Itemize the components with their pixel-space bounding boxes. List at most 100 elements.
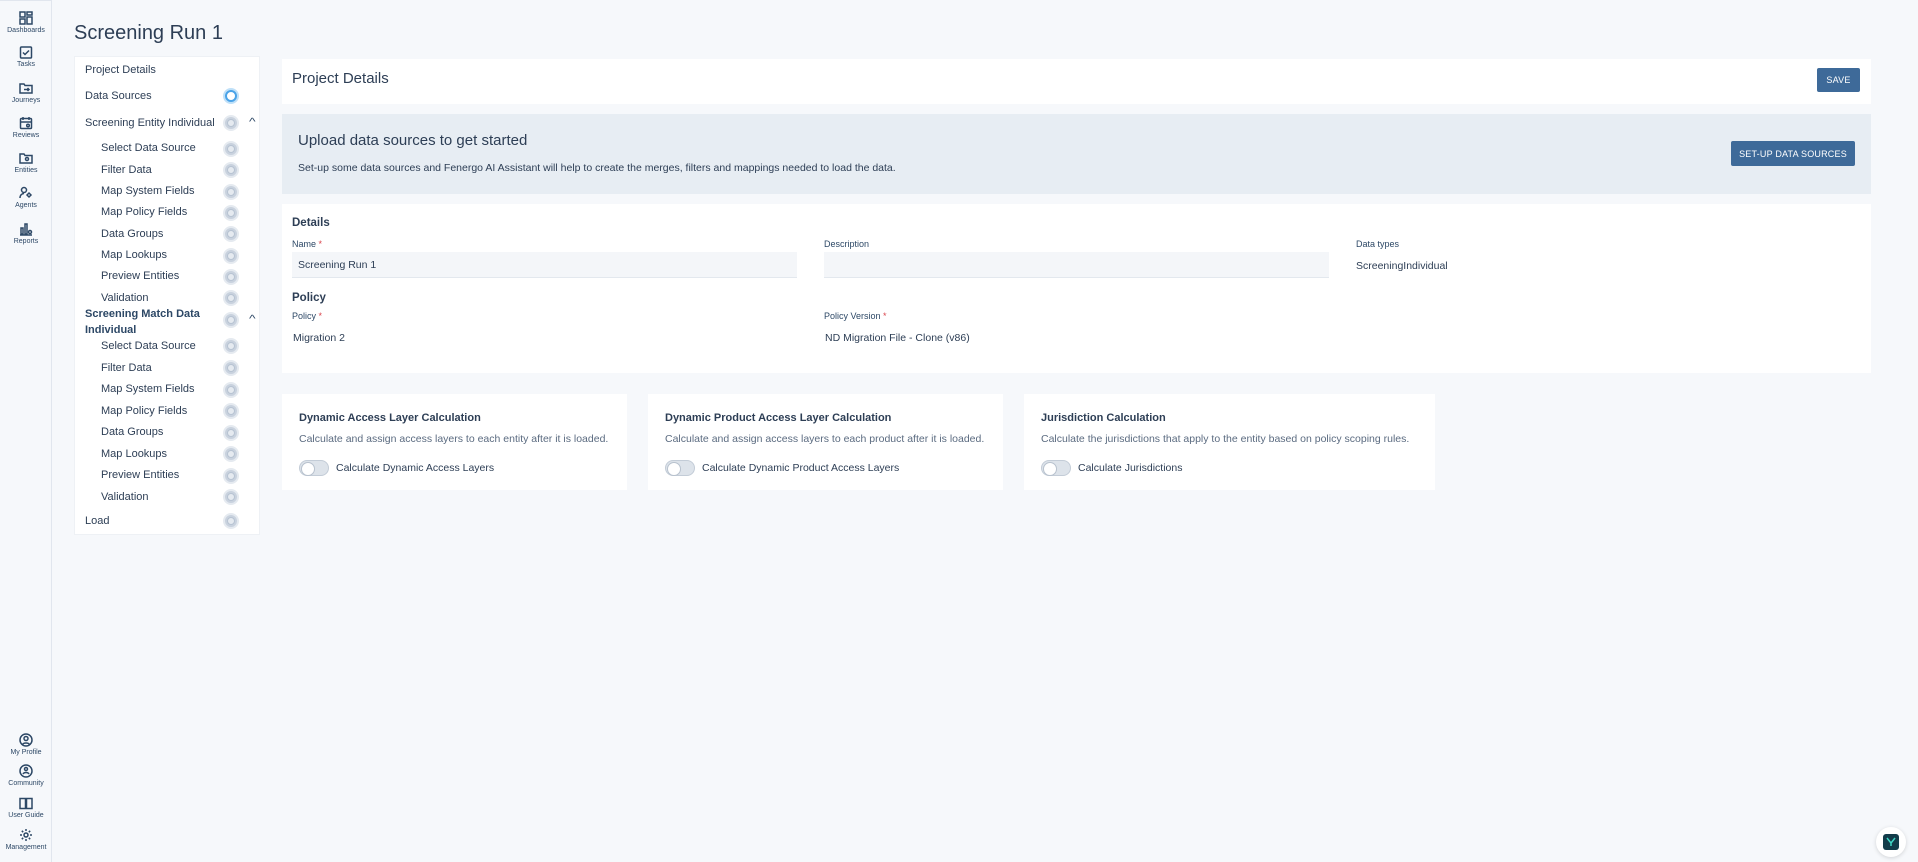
step-data-sources[interactable]: Data Sources [85, 90, 152, 102]
nav-reports[interactable]: Reports [0, 222, 52, 245]
data-types-value: ScreeningIndividual [1356, 260, 1448, 272]
community-icon [19, 764, 33, 778]
nav-label: Journeys [11, 97, 41, 104]
dynamic-access-layers-toggle[interactable] [299, 460, 329, 476]
name-field[interactable]: Screening Run 1 [292, 252, 797, 278]
step-navigation: Project Details Data Sources Screening E… [74, 56, 260, 535]
step-item[interactable]: Select Data Source [101, 142, 196, 154]
dashboard-icon [19, 11, 33, 25]
policy-select[interactable]: Migration 2 [293, 332, 345, 344]
nav-journeys[interactable]: Journeys [0, 81, 52, 104]
nav-label: Reports [13, 238, 39, 245]
policy-label: Policy * [292, 311, 323, 321]
gear-icon [20, 829, 32, 841]
upload-banner: Upload data sources to get started Set-u… [282, 114, 1871, 194]
step-status-icon [223, 269, 239, 285]
chevron-up-icon[interactable]: ^ [249, 117, 256, 128]
card-description: Calculate and assign access layers to ea… [299, 433, 609, 445]
name-label: Name * [292, 239, 323, 249]
step-item[interactable]: Map Lookups [101, 448, 167, 460]
step-status-icon [223, 446, 239, 462]
nav-entities[interactable]: Entities [0, 151, 52, 174]
description-label: Description [824, 239, 870, 249]
description-field[interactable] [824, 252, 1329, 278]
nav-community[interactable]: Community [0, 764, 52, 787]
details-section-title: Details [292, 217, 330, 229]
banner-title: Upload data sources to get started [298, 132, 528, 149]
setup-data-sources-button[interactable]: SET-UP DATA SOURCES [1731, 141, 1855, 166]
page-title: Screening Run 1 [74, 22, 223, 44]
card-title: Dynamic Access Layer Calculation [299, 412, 481, 424]
step-project-details[interactable]: Project Details [85, 64, 156, 76]
toggle-label: Calculate Dynamic Access Layers [336, 462, 495, 474]
step-item[interactable]: Map System Fields [101, 383, 195, 395]
card-title: Jurisdiction Calculation [1041, 412, 1166, 424]
agents-icon [19, 186, 33, 199]
step-status-icon [223, 338, 239, 354]
nav-user-guide[interactable]: User Guide [0, 796, 52, 819]
step-status-icon [223, 162, 239, 178]
policy-section-title: Policy [292, 292, 326, 304]
nav-label: Agents [15, 202, 37, 209]
details-card: Details Name * Screening Run 1 Descripti… [282, 204, 1871, 373]
step-item[interactable]: Map Lookups [101, 249, 167, 261]
nav-agents[interactable]: Agents [0, 186, 52, 209]
nav-label: Community [8, 780, 44, 787]
step-group-screening-match-data-individual[interactable]: Screening Match Data Individual [85, 306, 210, 338]
step-status-icon [223, 205, 239, 221]
step-status-icon [223, 468, 239, 484]
jurisdictions-toggle[interactable] [1041, 460, 1071, 476]
step-item[interactable]: Filter Data [101, 164, 152, 176]
step-status-icon [223, 513, 239, 529]
profile-icon [19, 733, 33, 747]
step-item[interactable]: Filter Data [101, 362, 152, 374]
reviews-icon [19, 117, 33, 130]
step-status-icon [223, 115, 239, 131]
nav-reviews[interactable]: Reviews [0, 116, 52, 139]
step-status-icon [223, 425, 239, 441]
step-status-icon [223, 489, 239, 505]
step-item[interactable]: Data Groups [101, 228, 163, 240]
step-status-icon [223, 403, 239, 419]
step-item[interactable]: Select Data Source [101, 340, 196, 352]
nav-management[interactable]: Management [0, 828, 52, 851]
toggle-label: Calculate Jurisdictions [1078, 462, 1183, 474]
step-status-icon [223, 226, 239, 242]
chevron-up-icon[interactable]: ^ [249, 314, 256, 325]
step-group-screening-entity-individual[interactable]: Screening Entity Individual [85, 117, 215, 129]
card-title: Dynamic Product Access Layer Calculation [665, 412, 892, 424]
nav-rail: Dashboards Tasks Journeys Reviews Entiti… [0, 0, 52, 862]
section-title: Project Details [292, 70, 389, 87]
nav-tasks[interactable]: Tasks [0, 45, 52, 68]
step-item[interactable]: Preview Entities [101, 270, 179, 282]
step-status-icon [223, 141, 239, 157]
step-status-icon [223, 382, 239, 398]
step-load[interactable]: Load [85, 515, 109, 527]
entities-icon [19, 153, 33, 164]
jurisdiction-card: Jurisdiction Calculation Calculate the j… [1024, 394, 1435, 490]
tasks-icon [19, 46, 33, 59]
step-item[interactable]: Preview Entities [101, 469, 179, 481]
ai-assistant-button[interactable] [1876, 827, 1906, 857]
nav-dashboards[interactable]: Dashboards [0, 11, 52, 34]
journeys-icon [19, 83, 33, 94]
nav-label: Entities [14, 167, 38, 174]
step-item[interactable]: Data Groups [101, 426, 163, 438]
step-status-active-icon [223, 88, 239, 104]
nav-label: Reviews [12, 132, 40, 139]
dynamic-product-access-layers-toggle[interactable] [665, 460, 695, 476]
step-item[interactable]: Map Policy Fields [101, 405, 187, 417]
step-status-icon [223, 248, 239, 264]
nav-label: My Profile [10, 749, 42, 756]
nav-my-profile[interactable]: My Profile [0, 733, 52, 756]
step-item[interactable]: Map System Fields [101, 185, 195, 197]
step-item[interactable]: Validation [101, 292, 149, 304]
assistant-icon [1883, 834, 1899, 850]
step-item[interactable]: Map Policy Fields [101, 206, 187, 218]
step-item[interactable]: Validation [101, 491, 149, 503]
step-status-icon [223, 290, 239, 306]
card-description: Calculate the jurisdictions that apply t… [1041, 433, 1410, 445]
step-status-icon [223, 312, 239, 328]
save-button[interactable]: SAVE [1817, 68, 1860, 92]
policy-version-select[interactable]: ND Migration File - Clone (v86) [825, 332, 970, 344]
